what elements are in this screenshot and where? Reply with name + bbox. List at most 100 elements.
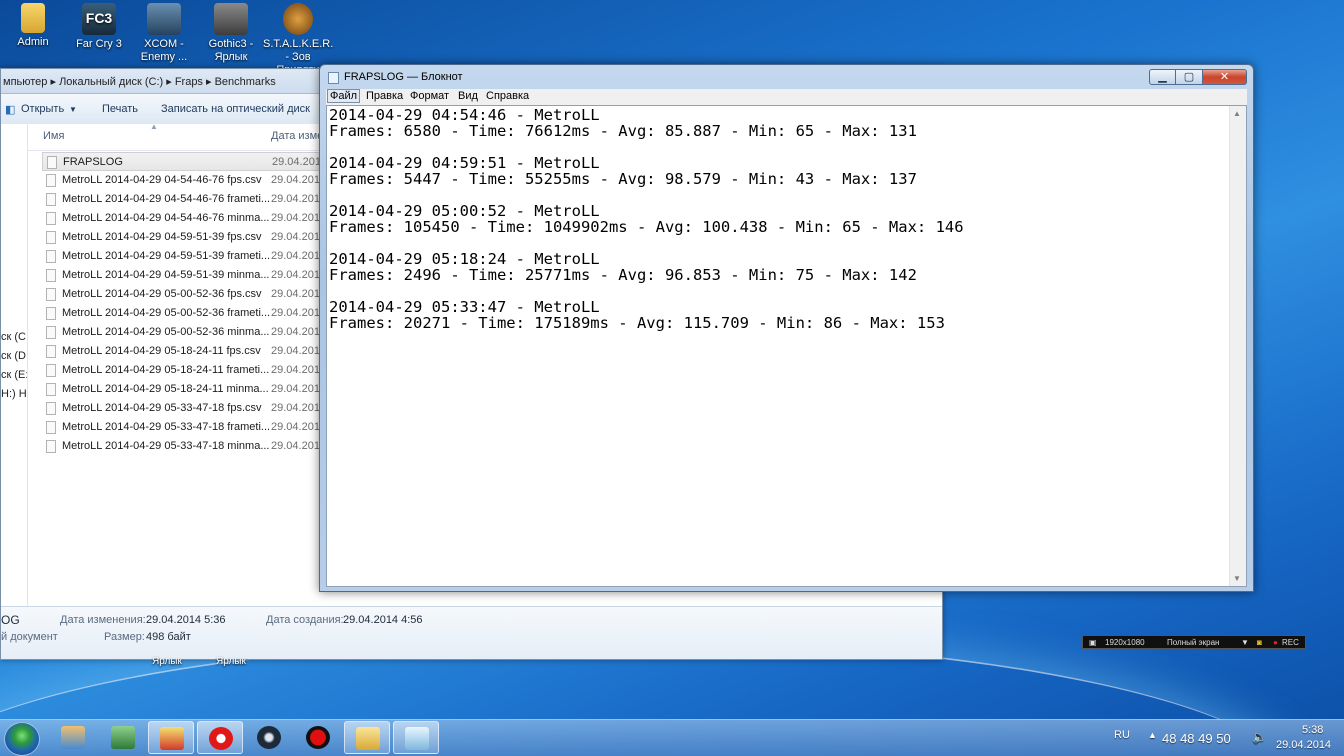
- table-row[interactable]: MetroLL 2014-04-29 04-54-46-76 frameti..…: [42, 190, 326, 209]
- text-file-icon: [46, 307, 56, 320]
- table-row[interactable]: MetroLL 2014-04-29 04-59-51-39 minma... 2…: [42, 266, 326, 285]
- taskbar-steam[interactable]: [246, 721, 292, 754]
- detail-size: 498 байт: [146, 631, 191, 643]
- file-name: MetroLL 2014-04-29 05-00-52-36 minma...: [62, 326, 270, 338]
- file-name: MetroLL 2014-04-29 05-00-52-36 fps.csv: [62, 288, 262, 300]
- table-row[interactable]: MetroLL 2014-04-29 05-00-52-36 frameti..…: [42, 304, 326, 323]
- nav-item-drive[interactable]: Н:) НІ: [1, 388, 27, 400]
- file-date: 29.04.2014: [271, 364, 327, 376]
- table-row[interactable]: MetroLL 2014-04-29 04-54-46-76 minma... 2…: [42, 209, 326, 228]
- chevron-down-icon[interactable]: ▼: [1241, 638, 1249, 647]
- desktop-icon-xcom[interactable]: XCOM - Enemy ...: [129, 3, 199, 64]
- print-button[interactable]: Печать: [102, 103, 138, 115]
- breadcrumb-item[interactable]: мпьютер: [3, 76, 47, 88]
- table-row[interactable]: MetroLL 2014-04-29 04-54-46-76 fps.csv 29…: [42, 171, 326, 190]
- desktop-shortcut-label[interactable]: Ярлык: [152, 656, 182, 667]
- nav-item-drive[interactable]: ск (C:): [1, 331, 27, 343]
- burn-button[interactable]: Записать на оптический диск: [161, 103, 310, 115]
- detail-modified: 29.04.2014 5:36: [146, 614, 226, 626]
- desktop-icon-admin[interactable]: Admin: [0, 3, 68, 49]
- file-name: MetroLL 2014-04-29 05-18-24-11 frameti..…: [62, 364, 270, 376]
- editor-text[interactable]: 2014-04-29 04:54:46 - MetroLL Frames: 65…: [329, 107, 964, 331]
- notepad-window[interactable]: FRAPSLOG — Блокнот ▁ ▢ ✕ Файл Правка Фор…: [319, 64, 1254, 592]
- file-date: 29.04.2014: [271, 212, 327, 224]
- scroll-up-icon[interactable]: ▲: [1233, 109, 1241, 118]
- table-row[interactable]: MetroLL 2014-04-29 05-18-24-11 fps.csv 29…: [42, 342, 326, 361]
- text-file-icon: [46, 402, 56, 415]
- column-date[interactable]: Дата изме: [271, 130, 323, 142]
- table-row[interactable]: MetroLL 2014-04-29 05-18-24-11 frameti..…: [42, 361, 326, 380]
- text-file-icon: [46, 212, 56, 225]
- desktop-icon-label: Admin: [17, 36, 49, 48]
- maximize-button[interactable]: ▢: [1176, 69, 1203, 85]
- table-row[interactable]: FRAPSLOG 29.04.2014: [42, 152, 327, 171]
- breadcrumb: мпьютер ▸ Локальный диск (C:) ▸ Fraps ▸ …: [3, 75, 276, 88]
- table-row[interactable]: MetroLL 2014-04-29 05-33-47-18 fps.csv 29…: [42, 399, 326, 418]
- text-editor[interactable]: 2014-04-29 04:54:46 - MetroLL Frames: 65…: [326, 105, 1247, 587]
- detail-filename: OG: [1, 613, 20, 627]
- minimize-button[interactable]: ▁: [1149, 69, 1176, 85]
- open-icon: ◧: [5, 104, 16, 116]
- menu-edit[interactable]: Правка: [366, 90, 403, 102]
- clock-time[interactable]: 5:38: [1302, 724, 1323, 736]
- taskbar-opera[interactable]: [197, 721, 243, 754]
- taskbar-fraps-app[interactable]: [148, 721, 194, 754]
- nav-item-drive[interactable]: ск (D:): [1, 350, 27, 362]
- table-row[interactable]: MetroLL 2014-04-29 05-33-47-18 frameti..…: [42, 418, 326, 437]
- scroll-down-icon[interactable]: ▼: [1233, 574, 1241, 583]
- taskbar-record-app[interactable]: [295, 721, 341, 754]
- text-file-icon: [46, 250, 56, 263]
- menu-help[interactable]: Справка: [486, 90, 529, 102]
- opera-icon: [209, 727, 233, 750]
- close-button[interactable]: ✕: [1203, 69, 1247, 85]
- show-hidden-icons-icon[interactable]: ▲: [1148, 730, 1157, 740]
- breadcrumb-item[interactable]: Benchmarks: [215, 76, 276, 88]
- breadcrumb-item[interactable]: Fraps: [175, 76, 203, 88]
- menu-format[interactable]: Формат: [410, 90, 449, 102]
- nav-item-drive[interactable]: ск (E:): [1, 369, 27, 381]
- record-icon: [306, 726, 330, 749]
- vertical-scrollbar[interactable]: ▲ ▼: [1229, 106, 1246, 586]
- file-name: MetroLL 2014-04-29 05-33-47-18 frameti..…: [62, 421, 271, 433]
- menu-view[interactable]: Вид: [458, 90, 478, 102]
- table-row[interactable]: MetroLL 2014-04-29 04-59-51-39 frameti..…: [42, 247, 326, 266]
- table-row[interactable]: MetroLL 2014-04-29 05-33-47-18 minma... 2…: [42, 437, 326, 456]
- file-date: 29.04.2014: [271, 174, 327, 186]
- table-row[interactable]: MetroLL 2014-04-29 05-18-24-11 minma... 2…: [42, 380, 326, 399]
- desktop-icon-gothic3[interactable]: Gothic3 - Ярлык: [196, 3, 266, 64]
- table-row[interactable]: MetroLL 2014-04-29 05-00-52-36 fps.csv 29…: [42, 285, 326, 304]
- taskbar: RU ▲ 48 48 49 50 🔈 5:38 29.04.2014: [0, 719, 1344, 756]
- start-button[interactable]: [4, 722, 40, 756]
- detail-size-label: Размер:: [104, 631, 145, 643]
- fraps-mode[interactable]: Полный экран: [1167, 638, 1219, 647]
- text-file-icon: [46, 421, 56, 434]
- taskbar-media-app[interactable]: [100, 721, 146, 754]
- desktop-shortcut-label[interactable]: Ярлык: [216, 656, 246, 667]
- taskbar-network-app[interactable]: [50, 721, 96, 754]
- volume-icon[interactable]: 🔈: [1252, 730, 1267, 744]
- desktop-icon-farcry3[interactable]: FC3 Far Cry 3: [64, 3, 134, 51]
- column-name[interactable]: Имя: [43, 130, 64, 142]
- breadcrumb-item[interactable]: Локальный диск (C:): [59, 76, 163, 88]
- table-row[interactable]: MetroLL 2014-04-29 04-59-51-39 fps.csv 29…: [42, 228, 326, 247]
- clock-date[interactable]: 29.04.2014: [1276, 739, 1331, 751]
- xcom-icon: [147, 3, 181, 35]
- language-indicator[interactable]: RU: [1114, 729, 1130, 741]
- fraps-icon: [160, 727, 184, 750]
- chevron-down-icon[interactable]: ▼: [69, 105, 77, 114]
- fraps-resolution[interactable]: 1920x1080: [1105, 638, 1145, 647]
- chevron-right-icon: ▸: [206, 76, 215, 88]
- user-folder-icon: [21, 3, 45, 33]
- taskbar-notepad[interactable]: [393, 721, 439, 754]
- desktop-icon-label: XCOM - Enemy ...: [140, 38, 188, 63]
- text-file-icon: [47, 156, 57, 169]
- desktop-icon-label: Far Cry 3: [76, 38, 122, 50]
- detail-created: 29.04.2014 4:56: [343, 614, 423, 626]
- text-file-icon: [46, 440, 56, 453]
- open-button[interactable]: Открыть: [21, 103, 64, 115]
- table-row[interactable]: MetroLL 2014-04-29 05-00-52-36 minma... 2…: [42, 323, 326, 342]
- camera-icon[interactable]: ◙: [1257, 638, 1262, 647]
- taskbar-explorer[interactable]: [344, 721, 390, 754]
- menu-file[interactable]: Файл: [327, 89, 361, 103]
- fraps-rec[interactable]: REC: [1282, 638, 1299, 647]
